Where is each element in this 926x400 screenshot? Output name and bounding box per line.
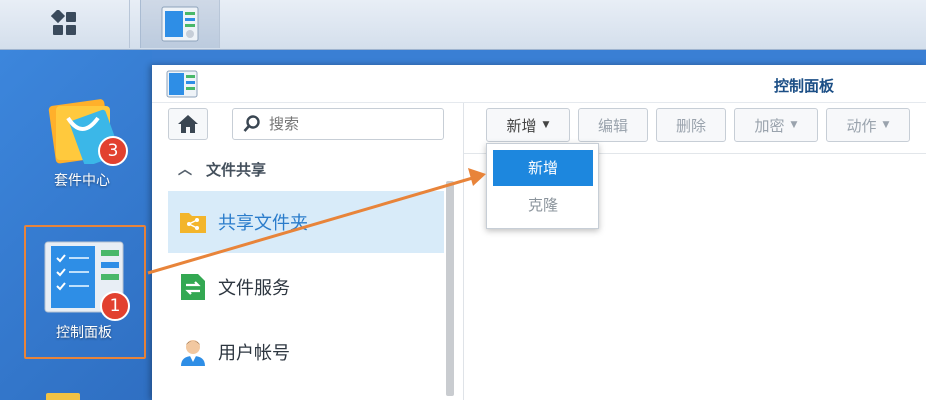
caret-down-icon: ▼ bbox=[790, 120, 798, 130]
window-title: 控制面板 bbox=[773, 77, 834, 95]
sidebar-item-shared-folder[interactable]: 共享文件夹 bbox=[168, 191, 444, 253]
desktop-icon-label: 套件中心 bbox=[54, 173, 110, 189]
sidebar-item-label: 用户帐号 bbox=[218, 343, 290, 364]
folder-icon[interactable] bbox=[46, 393, 80, 400]
search-box[interactable] bbox=[232, 108, 444, 140]
home-icon bbox=[178, 115, 198, 133]
taskbar-control-panel-button[interactable] bbox=[140, 0, 220, 48]
home-button[interactable] bbox=[168, 108, 208, 140]
sidebar-item-user-account[interactable]: 用户帐号 bbox=[168, 321, 444, 383]
edit-button[interactable]: 编辑 bbox=[578, 108, 648, 142]
edit-button-label: 编辑 bbox=[597, 116, 628, 135]
sidebar-item-label: 共享文件夹 bbox=[218, 213, 308, 234]
section-header-file-sharing[interactable]: ︿ 文件共享 bbox=[168, 151, 444, 187]
action-button-label: 动作 bbox=[846, 116, 877, 135]
encrypt-button-label: 加密 bbox=[754, 116, 785, 135]
taskbar bbox=[0, 0, 926, 50]
caret-down-icon: ▼ bbox=[882, 120, 890, 130]
delete-button[interactable]: 删除 bbox=[656, 108, 726, 142]
toolbar: 新增 ▼ 编辑 删除 加密 ▼ 动作 ▼ bbox=[486, 108, 910, 142]
create-button-label: 新增 bbox=[506, 116, 537, 135]
sidebar-scrollbar[interactable] bbox=[446, 181, 454, 396]
menu-item-clone[interactable]: 克隆 bbox=[493, 187, 593, 223]
shared-folder-icon bbox=[180, 213, 206, 233]
sidebar-item-label: 文件服务 bbox=[218, 278, 290, 299]
control-panel-window: 控制面板 ︿ 文件共享 共享文件夹 bbox=[152, 65, 926, 400]
control-panel-icon bbox=[166, 70, 198, 98]
create-dropdown-menu: 新增 克隆 bbox=[486, 143, 599, 229]
grid-icon bbox=[50, 10, 76, 35]
search-input[interactable] bbox=[269, 115, 429, 133]
notification-badge: 3 bbox=[98, 136, 128, 166]
user-account-icon bbox=[181, 340, 205, 366]
desktop-icon-package-center[interactable]: 3 套件中心 bbox=[22, 84, 142, 190]
encrypt-button[interactable]: 加密 ▼ bbox=[734, 108, 818, 142]
main-menu-button[interactable] bbox=[0, 0, 130, 48]
panel-divider bbox=[463, 103, 464, 400]
caret-down-icon: ▼ bbox=[542, 120, 550, 130]
chevron-up-icon: ︿ bbox=[178, 162, 192, 178]
sidebar-item-file-services[interactable]: 文件服务 bbox=[168, 256, 444, 318]
annotation-highlight-box bbox=[24, 225, 146, 359]
action-button[interactable]: 动作 ▼ bbox=[826, 108, 910, 142]
search-icon bbox=[243, 115, 260, 132]
create-button[interactable]: 新增 ▼ bbox=[486, 108, 570, 142]
sidebar: ︿ 文件共享 共享文件夹 文件服务 用户帐号 bbox=[152, 103, 457, 400]
section-label: 文件共享 bbox=[206, 160, 267, 179]
menu-item-create[interactable]: 新增 bbox=[493, 150, 593, 186]
delete-button-label: 删除 bbox=[675, 116, 706, 135]
window-titlebar[interactable]: 控制面板 bbox=[152, 65, 926, 103]
file-services-icon bbox=[181, 274, 205, 300]
control-panel-icon bbox=[161, 6, 199, 42]
